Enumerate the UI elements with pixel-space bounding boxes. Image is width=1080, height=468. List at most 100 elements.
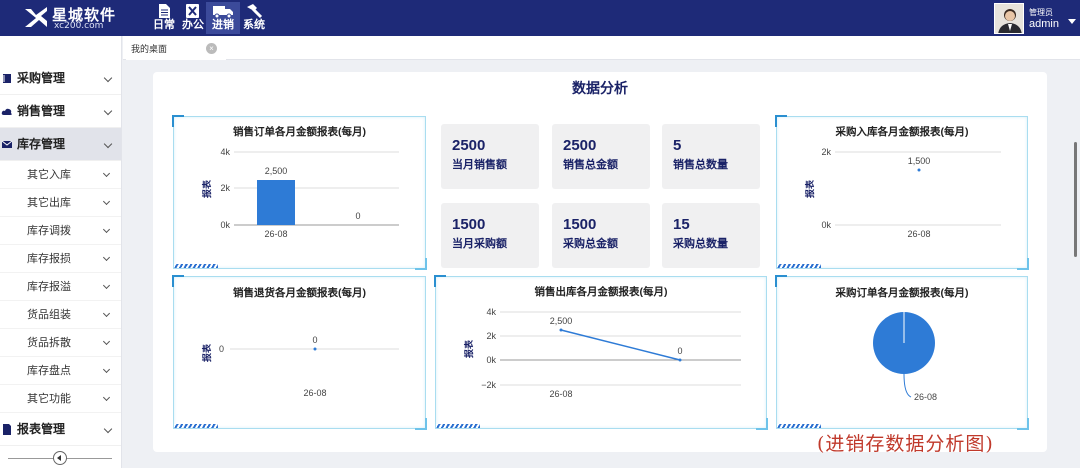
y-tick-label: 2k [220, 183, 230, 193]
sidebar-item-label: 库存调拨 [27, 225, 71, 237]
sidebar-group-sales[interactable]: 销售管理 [0, 95, 121, 128]
close-icon[interactable]: × [206, 43, 217, 54]
chart-sales-return: 销售退货各月金额报表(每月) 0 报表 0 26-08 [172, 275, 427, 430]
scrollbar[interactable] [1074, 142, 1077, 257]
stat-total-purchase: 1500 采购总金额 [552, 203, 650, 268]
chevron-down-icon [102, 309, 111, 318]
top-bar: 星城软件 xc200.com 日常 办公 进销 系统 管理员 admin [0, 0, 1080, 36]
sidebar-group-reports[interactable]: 报表管理 [0, 413, 121, 446]
data-point[interactable] [313, 347, 317, 351]
caret-down-icon[interactable] [1068, 19, 1076, 24]
sidebar-item-label: 库存盘点 [27, 365, 71, 377]
brand-logo[interactable]: 星城软件 xc200.com [22, 3, 132, 33]
y-axis-label: 报表 [804, 179, 815, 198]
avatar[interactable] [994, 3, 1024, 34]
truck-icon [213, 6, 233, 19]
topnav-label: 进销 [212, 19, 234, 31]
analysis-panel: 数据分析 销售订单各月金额报表(每月) 4k 2k 0k 报表 2,500 0 … [153, 72, 1047, 452]
sidebar-group-label: 库存管理 [17, 137, 66, 151]
tab-desktop[interactable]: 我的桌面 × [126, 39, 226, 60]
y-axis-label: 报表 [463, 339, 474, 358]
line-chart: 0 报表 0 26-08 [201, 335, 399, 398]
sidebar-group-label: 报表管理 [17, 422, 66, 436]
sidebar-item-transfer[interactable]: 库存调拨 [0, 217, 121, 245]
data-point[interactable] [917, 168, 921, 172]
stat-label: 销售总数量 [673, 159, 728, 171]
topnav-office[interactable]: 办公 [176, 2, 210, 34]
sidebar-item-label: 其它入库 [27, 169, 71, 181]
book-icon [3, 74, 11, 83]
stat-total-sales: 2500 销售总金额 [552, 124, 650, 189]
sidebar-item-disassemble[interactable]: 货品拆散 [0, 329, 121, 357]
sidebar-item-label: 其它功能 [27, 393, 71, 405]
tab-label: 我的桌面 [131, 44, 168, 54]
data-label: 0 [355, 211, 360, 221]
data-label: 0 [312, 335, 317, 345]
x-tick-label: 26-08 [549, 389, 572, 399]
chevron-down-icon [102, 225, 111, 234]
x-tick-label: 26-08 [907, 229, 930, 239]
topnav-label: 系统 [243, 19, 265, 31]
chevron-down-icon [103, 106, 113, 116]
chevron-down-icon [102, 253, 111, 262]
excel-icon [186, 4, 199, 18]
stat-purchase-quantity: 15 采购总数量 [662, 203, 760, 268]
logo-mark-icon [25, 7, 47, 27]
user-role: 管理员 [1029, 8, 1053, 17]
bar[interactable] [257, 180, 295, 225]
sidebar: 采购管理 销售管理 库存管理 其它入库 其它出库 库存调拨 库存报损 库存报溢 … [0, 36, 122, 468]
sidebar-item-label: 库存报溢 [27, 281, 71, 293]
y-tick-label: 0 [219, 344, 224, 354]
stat-label: 采购总数量 [673, 238, 728, 250]
stat-sales-quantity: 5 销售总数量 [662, 124, 760, 189]
brand-domain: xc200.com [54, 21, 104, 31]
chevron-down-icon [102, 393, 111, 402]
user-menu[interactable]: 管理员 admin [992, 0, 1080, 36]
line-chart: 2k 0k 报表 1,500 26-08 [804, 147, 1001, 239]
data-label: 2,500 [265, 166, 288, 176]
data-point[interactable] [678, 358, 682, 362]
stat-value: 2500 [452, 137, 486, 154]
sidebar-item-label: 货品拆散 [27, 337, 71, 349]
sidebar-item-other-in[interactable]: 其它入库 [0, 161, 121, 189]
tab-bar: 我的桌面 × [123, 36, 1080, 60]
stat-value: 2500 [563, 137, 597, 154]
data-label: 26-08 [914, 392, 937, 402]
stat-value: 1500 [452, 216, 486, 233]
sidebar-item-loss[interactable]: 库存报损 [0, 245, 121, 273]
pie-chart: 26-08 [873, 312, 937, 402]
sidebar-item-overflow[interactable]: 库存报溢 [0, 273, 121, 301]
series-line [560, 329, 681, 361]
sidebar-collapse-button[interactable] [53, 451, 67, 465]
sidebar-group-label: 销售管理 [17, 104, 66, 118]
x-tick-label: 26-08 [303, 388, 326, 398]
topnav-system[interactable]: 系统 [237, 2, 271, 34]
sidebar-item-assemble[interactable]: 货品组装 [0, 301, 121, 329]
sidebar-item-label: 货品组装 [27, 309, 71, 321]
topnav-sales-inventory[interactable]: 进销 [206, 2, 240, 34]
sidebar-item-other-functions[interactable]: 其它功能 [0, 385, 121, 413]
stat-value: 5 [673, 137, 682, 154]
cloud-icon [1, 108, 12, 115]
stat-value: 15 [673, 216, 690, 233]
sidebar-item-other-out[interactable]: 其它出库 [0, 189, 121, 217]
data-point[interactable] [559, 328, 563, 332]
chevron-down-icon [102, 169, 111, 178]
chevron-down-icon [102, 197, 111, 206]
sidebar-item-stocktake[interactable]: 库存盘点 [0, 357, 121, 385]
y-tick-label: 0k [220, 220, 230, 230]
stat-value: 1500 [563, 216, 597, 233]
chart-purchase-order: 采购订单各月金额报表(每月) 26-08 [775, 275, 1029, 430]
bar-chart: 4k 2k 0k 报表 2,500 0 26-08 [201, 147, 399, 239]
sidebar-group-inventory[interactable]: 库存管理 [0, 128, 121, 161]
hammer-icon [247, 4, 263, 19]
stat-monthly-sales: 2500 当月销售额 [441, 124, 539, 189]
stat-label: 销售总金额 [563, 159, 618, 171]
chevron-down-icon [102, 365, 111, 374]
y-tick-label: 2k [486, 331, 496, 341]
user-name: admin [1029, 18, 1059, 30]
y-axis-label: 报表 [201, 343, 212, 362]
sidebar-item-label: 库存报损 [27, 253, 71, 265]
sidebar-group-purchase[interactable]: 采购管理 [0, 62, 121, 95]
y-tick-label: 4k [220, 147, 230, 157]
